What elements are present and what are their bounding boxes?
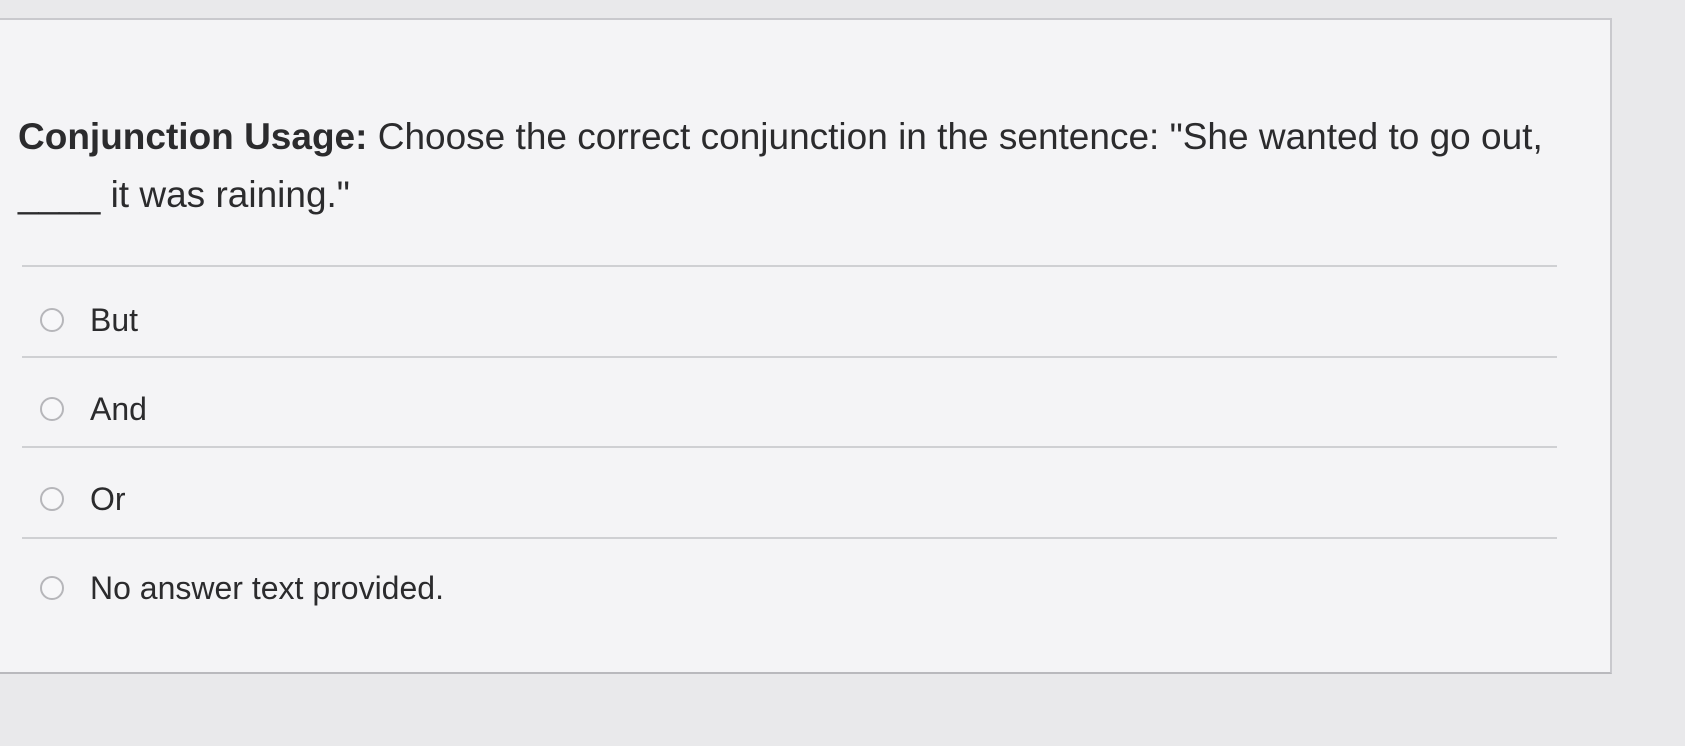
question-label: Conjunction Usage:	[18, 116, 368, 157]
divider	[22, 537, 1557, 539]
radio-button[interactable]	[40, 487, 64, 511]
radio-button[interactable]	[40, 308, 64, 332]
question-panel: Conjunction Usage: Choose the correct co…	[0, 18, 1612, 674]
answer-option-label: Or	[90, 480, 126, 517]
answer-option-label: No answer text provided.	[90, 569, 444, 606]
answer-option-or[interactable]: Or	[40, 477, 126, 521]
divider	[22, 446, 1557, 448]
radio-button[interactable]	[40, 397, 64, 421]
answer-option-and[interactable]: And	[40, 387, 147, 431]
divider	[22, 356, 1557, 358]
question-text: Conjunction Usage: Choose the correct co…	[18, 108, 1578, 224]
answer-option-label: And	[90, 390, 147, 427]
answer-option-but[interactable]: But	[40, 298, 138, 342]
answer-option-no-answer[interactable]: No answer text provided.	[40, 566, 444, 610]
radio-button[interactable]	[40, 576, 64, 600]
answer-option-label: But	[90, 301, 139, 338]
divider	[22, 265, 1557, 267]
